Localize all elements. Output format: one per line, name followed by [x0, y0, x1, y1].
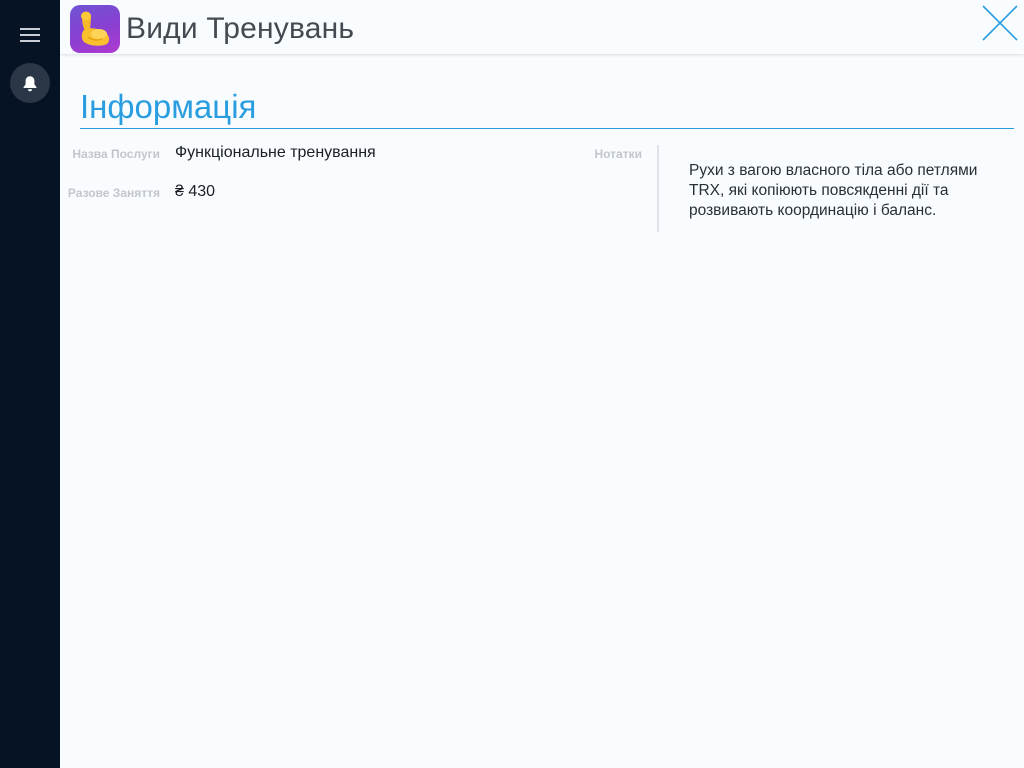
hamburger-menu-icon	[20, 28, 40, 42]
notifications-button[interactable]	[10, 63, 50, 103]
close-icon	[982, 5, 1018, 41]
single-session-label: Разове Заняття	[67, 186, 160, 200]
section-title: Інформація	[80, 88, 257, 125]
notes-value: Рухи з вагою власного тіла або петлями T…	[689, 162, 978, 219]
sidebar	[0, 0, 60, 768]
flexed-biceps-icon	[81, 11, 110, 46]
service-name-label: Назва Послуги	[72, 147, 160, 161]
page-title: Види Тренувань	[126, 12, 355, 45]
bell-icon	[23, 75, 37, 91]
service-name-value: Функціональне тренування	[175, 144, 376, 161]
column-divider	[657, 145, 659, 232]
app-icon	[70, 5, 120, 53]
header-bar: Види Тренувань	[60, 0, 1024, 54]
section-divider	[80, 128, 1014, 129]
menu-button[interactable]	[10, 15, 50, 55]
single-session-value: ₴ 430	[175, 183, 216, 200]
notes-label: Нотатки	[594, 147, 642, 161]
close-button[interactable]	[980, 3, 1020, 43]
